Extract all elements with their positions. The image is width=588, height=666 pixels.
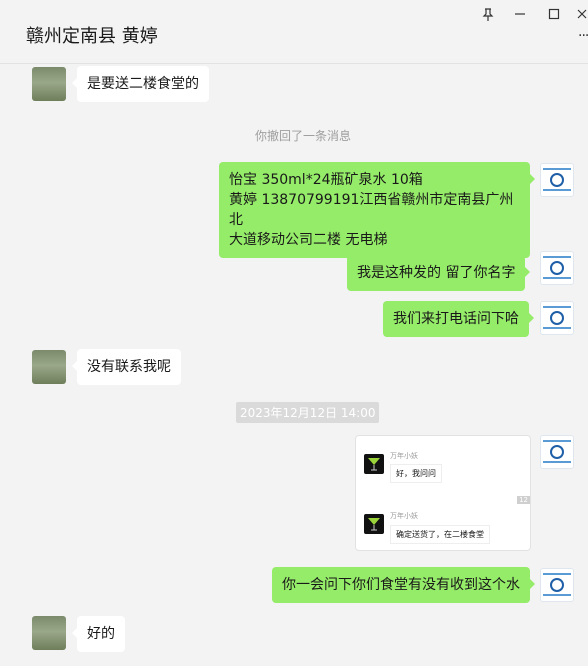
message-bubble-received[interactable]: 没有联系我呢: [72, 349, 181, 385]
message-bubble-sent[interactable]: 你一会问下你们食堂有没有收到这个水: [272, 567, 535, 603]
chat-header: 赣州定南县 黄婷 ···: [0, 0, 588, 64]
cocktail-icon: [364, 454, 384, 474]
more-icon[interactable]: ···: [578, 28, 588, 44]
contact-avatar[interactable]: [32, 616, 66, 650]
self-avatar[interactable]: [540, 301, 574, 335]
close-icon[interactable]: [572, 8, 588, 24]
chat-title: 赣州定南县 黄婷: [26, 26, 158, 47]
message-list[interactable]: 是要送二楼食堂的 你撤回了一条消息 怡宝 350ml*24瓶矿泉水 10箱 黄婷…: [0, 64, 588, 666]
message-bubble-received[interactable]: 是要送二楼食堂的: [72, 66, 209, 102]
order-line-3: 大道移动公司二楼 无电梯: [229, 232, 388, 248]
minimize-icon[interactable]: [510, 8, 530, 24]
message-bubble-received[interactable]: 好的: [72, 616, 125, 652]
card-message: 好，我问问: [390, 464, 442, 483]
card-sender-name: 万年小妖: [390, 452, 418, 460]
recall-notice: 你撤回了一条消息: [255, 129, 352, 143]
card-sender-name: 万年小妖: [390, 512, 418, 520]
self-avatar[interactable]: [540, 251, 574, 285]
message-bubble-sent[interactable]: 我们来打电话问下哈: [383, 301, 534, 337]
order-line-1: 怡宝 350ml*24瓶矿泉水 10箱: [229, 172, 423, 188]
maximize-icon[interactable]: [544, 8, 564, 24]
contact-avatar[interactable]: [32, 67, 66, 101]
forwarded-chat-card[interactable]: 万年小妖 好，我问问 万年小妖 确定送货了，在二楼食堂 12: [355, 435, 531, 551]
self-avatar[interactable]: [540, 163, 574, 197]
message-timestamp: 2023年12月12日 14:00: [236, 402, 380, 423]
self-avatar[interactable]: [540, 435, 574, 469]
message-bubble-sent[interactable]: 怡宝 350ml*24瓶矿泉水 10箱 黄婷 13870799191江西省赣州市…: [219, 162, 535, 258]
order-line-2: 黄婷 13870799191江西省赣州市定南县广州北: [229, 192, 514, 228]
cocktail-icon: [364, 514, 384, 534]
message-bubble-sent[interactable]: 我是这种发的 留了你名字: [347, 255, 531, 291]
card-count-badge: 12: [517, 496, 530, 504]
pin-icon[interactable]: [478, 8, 498, 24]
contact-avatar[interactable]: [32, 350, 66, 384]
card-message: 确定送货了，在二楼食堂: [390, 525, 490, 544]
self-avatar[interactable]: [540, 568, 574, 602]
